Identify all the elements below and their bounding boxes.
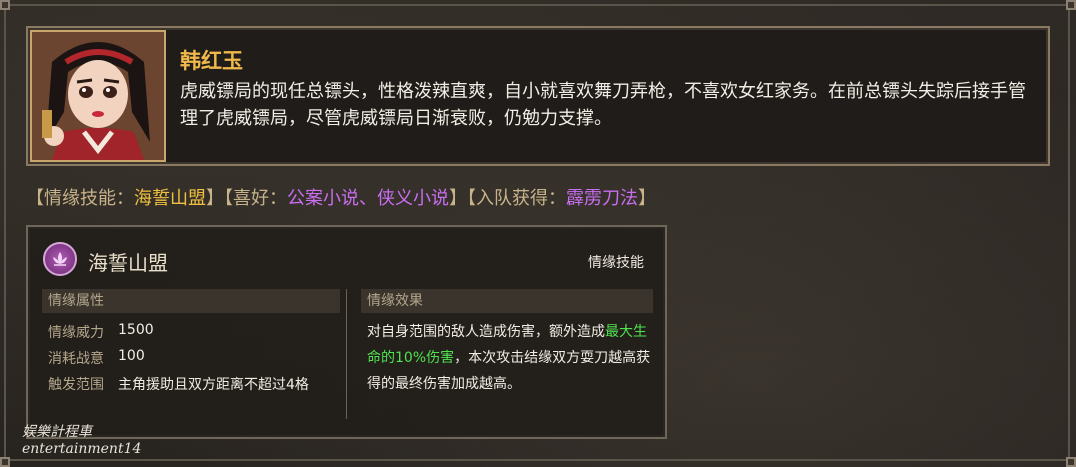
attr-label: 情缘威力 xyxy=(48,325,104,341)
frame-corner xyxy=(1066,457,1076,467)
attr-label: 消耗战意 xyxy=(48,351,104,367)
frame-corner xyxy=(0,457,10,467)
watermark-line2: entertainment14 xyxy=(22,441,142,457)
skill-effect: 对自身范围的敌人造成伤害，额外造成最大生命的10%伤害，本次攻击结缘双方耍刀越高… xyxy=(367,319,652,397)
character-name: 韩红玉 xyxy=(180,49,243,73)
portrait-art-icon xyxy=(32,32,164,160)
lotus-icon xyxy=(43,242,77,276)
hobby-value: 公案小说、侠义小说 xyxy=(287,188,449,209)
attr-header: 情缘属性 xyxy=(42,289,340,313)
skill-type: 情缘技能 xyxy=(588,255,644,271)
bond-skill-value: 海誓山盟 xyxy=(134,188,206,209)
lotus-glyph-icon xyxy=(53,252,67,266)
reward-value: 霹雳刀法 xyxy=(566,188,638,209)
character-description: 虎威镖局的现任总镖头，性格泼辣直爽，自小就喜欢舞刀弄枪，不喜欢女红家务。在前总镖… xyxy=(180,81,1026,129)
info-line: 【情缘技能：海誓山盟】【喜好：公案小说、侠义小说】【入队获得：霹雳刀法】 xyxy=(26,184,656,210)
divider xyxy=(346,289,347,419)
attr-value: 主角援助且双方距离不超过4格 xyxy=(118,377,309,393)
skill-name: 海誓山盟 xyxy=(88,251,168,275)
watermark: 娱樂計程車 entertainment14 xyxy=(22,424,141,458)
frame-corner xyxy=(1066,0,1076,10)
attr-value: 1500 xyxy=(118,322,154,338)
info-suffix: 】 xyxy=(638,188,656,209)
attr-label: 触发范围 xyxy=(48,377,104,393)
attr-value: 100 xyxy=(118,348,145,364)
effect-text: 对自身范围的敌人造成伤害，额外造成 xyxy=(367,324,605,340)
character-portrait xyxy=(30,30,166,162)
frame-corner xyxy=(0,0,10,10)
hobby-prefix: 】【喜好： xyxy=(206,188,287,209)
effect-header: 情缘效果 xyxy=(361,289,653,313)
skill-prefix: 【情缘技能： xyxy=(26,188,134,209)
reward-prefix: 】【入队获得： xyxy=(449,188,566,209)
watermark-line1: 娱樂計程車 xyxy=(22,424,92,440)
